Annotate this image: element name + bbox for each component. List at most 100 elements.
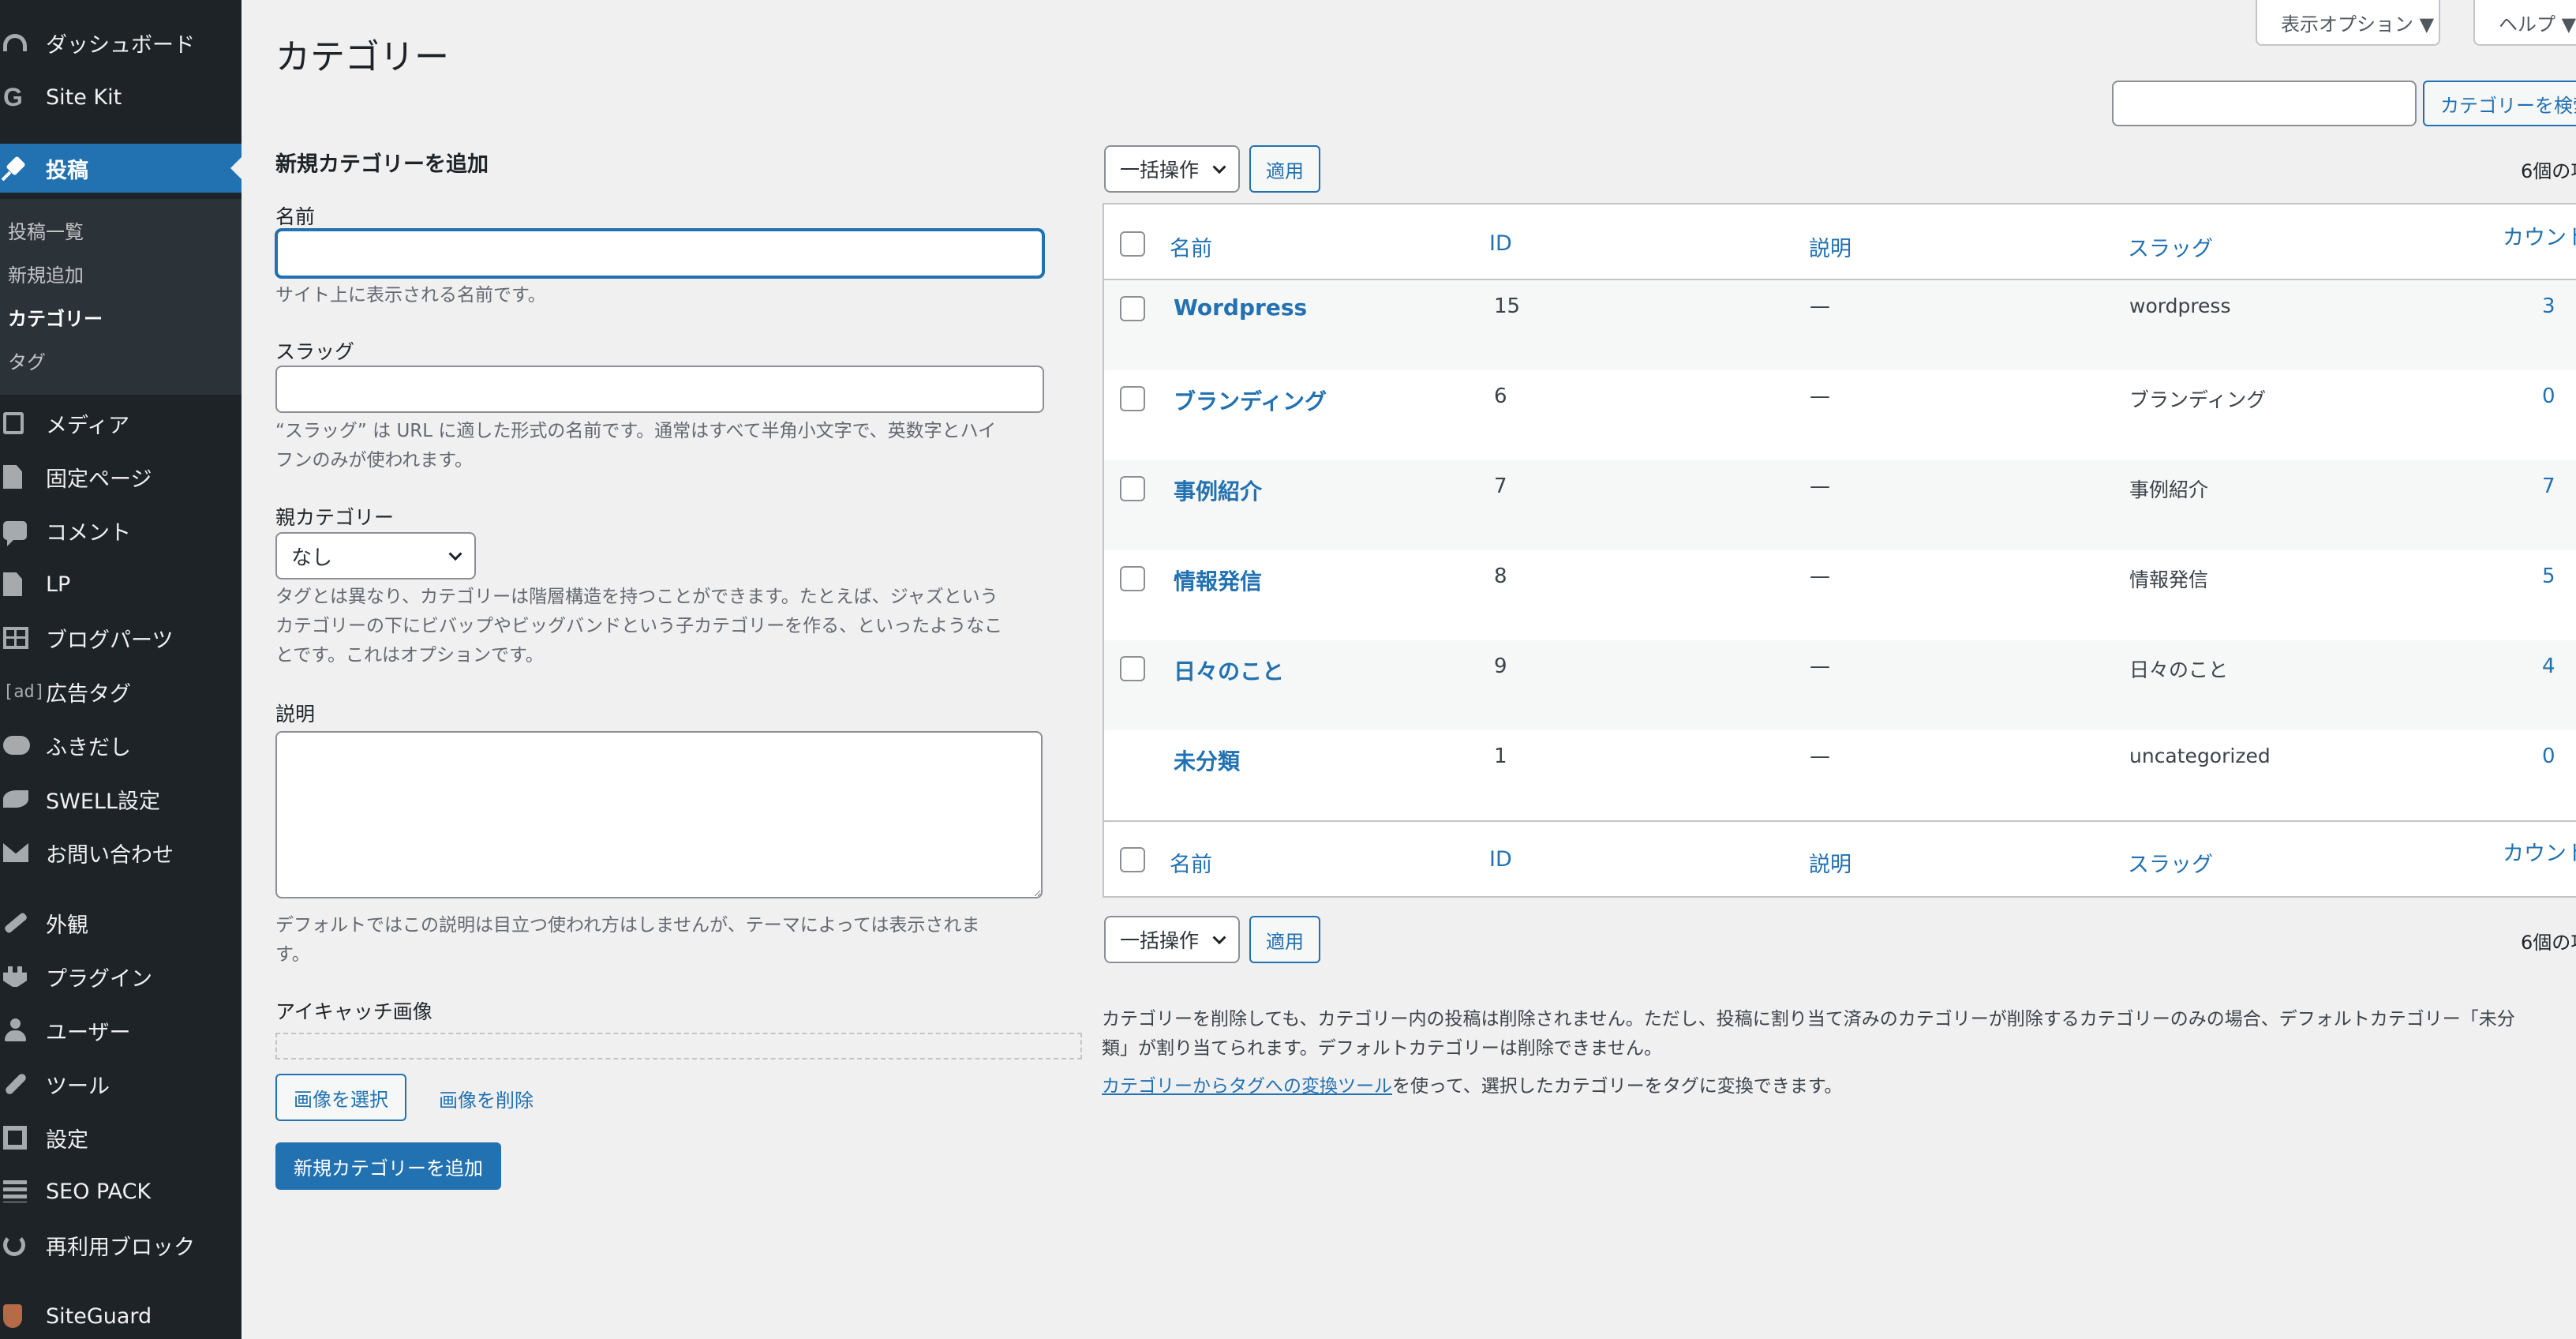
sidebar-item-siteguard[interactable]: SiteGuard <box>0 1292 242 1339</box>
column-footer-count[interactable]: カウント <box>2503 836 2576 867</box>
sidebar-item-balloons[interactable]: ふきだし <box>0 721 242 770</box>
item-count-bottom: 6個の項目 <box>2521 932 2576 954</box>
shield-icon <box>0 1292 35 1339</box>
table-footer: 名前 ID 説明 スラッグ カウント <box>1104 820 2576 896</box>
sidebar-item-media[interactable]: メディア <box>0 399 242 448</box>
column-header-count[interactable]: カウント <box>2503 220 2576 251</box>
column-footer-description[interactable]: 説明 <box>1809 847 1852 878</box>
bulk-action-select-top[interactable]: 一括操作 <box>1104 145 1240 193</box>
category-slug: wordpress <box>2129 294 2231 317</box>
sidebar-item-label: Site Kit <box>46 84 122 110</box>
eyecatch-preview-area <box>275 1033 1082 1060</box>
sidebar-item-tools[interactable]: ツール <box>0 1060 242 1108</box>
sidebar-item-dashboard[interactable]: ダッシュボード <box>0 18 242 67</box>
category-name-link[interactable]: 未分類 <box>1174 745 1240 776</box>
remove-image-link[interactable]: 画像を削除 <box>439 1085 534 1112</box>
sidebar-item-label: SEO PACK <box>46 1179 152 1204</box>
submenu-item-all-posts[interactable]: 投稿一覧 <box>8 216 84 244</box>
apply-button-bottom[interactable]: 適用 <box>1249 916 1320 963</box>
bulk-action-value: 一括操作 <box>1120 159 1200 182</box>
sidebar-item-settings[interactable]: 設定 <box>0 1113 242 1162</box>
category-slug: uncategorized <box>2129 745 2271 767</box>
submenu-item-tags[interactable]: タグ <box>8 347 46 374</box>
add-new-category-button[interactable]: 新規カテゴリーを追加 <box>275 1142 501 1190</box>
reuse-icon <box>0 1221 35 1270</box>
category-description: — <box>1810 474 1830 498</box>
google-g-icon: G <box>3 82 23 111</box>
category-id: 8 <box>1494 564 1507 588</box>
select-all-checkbox[interactable] <box>1120 231 1145 257</box>
posts-submenu: 投稿一覧 新規追加 カテゴリー タグ <box>0 199 242 395</box>
sidebar-item-users[interactable]: ユーザー <box>0 1006 242 1055</box>
category-count-link[interactable]: 7 <box>2542 474 2555 498</box>
category-count-link[interactable]: 4 <box>2542 654 2555 678</box>
submenu-item-categories[interactable]: カテゴリー <box>8 303 103 331</box>
sidebar-item-site-kit[interactable]: G Site Kit <box>0 73 242 122</box>
category-description: — <box>1810 294 1830 318</box>
sidebar-item-comments[interactable]: コメント <box>0 506 242 555</box>
column-footer-slug[interactable]: スラッグ <box>2128 847 2213 878</box>
category-count-link[interactable]: 5 <box>2542 564 2555 588</box>
converter-note-text: を使って、選択したカテゴリーをタグに変換できます。 <box>1392 1076 1843 1097</box>
category-name-link[interactable]: 情報発信 <box>1174 564 1262 596</box>
description-help-line-2: す。 <box>275 944 310 965</box>
screen-options-tab[interactable]: 表示オプション ▼ <box>2256 0 2440 46</box>
category-description-textarea[interactable] <box>275 731 1043 898</box>
sidebar-item-label: LP <box>46 572 71 597</box>
category-count-link[interactable]: 0 <box>2542 384 2555 408</box>
sidebar-item-appearance[interactable]: 外観 <box>0 898 242 947</box>
category-slug-input[interactable] <box>275 366 1044 413</box>
category-count-link[interactable]: 0 <box>2542 745 2555 768</box>
category-name-link[interactable]: 日々のこと <box>1174 654 1284 686</box>
category-id: 1 <box>1494 745 1507 768</box>
sidebar-item-swell-settings[interactable]: SWELL設定 <box>0 775 242 823</box>
select-all-checkbox-bottom[interactable] <box>1120 847 1145 872</box>
table-row: Wordpress 15 — wordpress 3 <box>1104 280 2576 370</box>
column-footer-name[interactable]: 名前 <box>1170 847 1212 878</box>
sidebar-item-contact[interactable]: お問い合わせ <box>0 828 242 877</box>
category-id: 7 <box>1494 474 1507 498</box>
sidebar-item-plugins[interactable]: プラグイン <box>0 952 242 1001</box>
sidebar-item-pages[interactable]: 固定ページ <box>0 452 242 501</box>
sidebar-item-blog-parts[interactable]: ブログパーツ <box>0 613 242 662</box>
column-footer-id[interactable]: ID <box>1489 847 1512 872</box>
sidebar-item-reusable-blocks[interactable]: 再利用ブロック <box>0 1221 242 1270</box>
dashboard-icon <box>0 18 35 67</box>
column-header-description[interactable]: 説明 <box>1809 231 1852 262</box>
category-id: 6 <box>1494 384 1507 408</box>
category-name-link[interactable]: 事例紹介 <box>1174 474 1262 506</box>
category-name-link[interactable]: ブランディング <box>1174 384 1327 416</box>
row-checkbox[interactable] <box>1120 296 1145 321</box>
add-category-heading: 新規カテゴリーを追加 <box>275 152 489 177</box>
sidebar-item-ad-tags[interactable]: [ad] 広告タグ <box>0 667 242 716</box>
help-tab[interactable]: ヘルプ ▼ <box>2473 0 2576 46</box>
search-categories-button[interactable]: カテゴリーを検索 <box>2423 81 2576 126</box>
row-checkbox[interactable] <box>1120 386 1145 411</box>
row-checkbox[interactable] <box>1120 476 1145 501</box>
column-header-slug[interactable]: スラッグ <box>2128 231 2213 262</box>
sidebar-item-posts[interactable]: 投稿 <box>0 144 242 193</box>
slug-help-line-1: “スラッグ” は URL に適した形式の名前です。通常はすべて半角小文字で、英数… <box>275 421 997 441</box>
submenu-item-add-new[interactable]: 新規追加 <box>8 260 84 287</box>
category-count-link[interactable]: 3 <box>2542 294 2555 318</box>
apply-button-top[interactable]: 適用 <box>1249 145 1320 193</box>
row-checkbox[interactable] <box>1120 656 1145 681</box>
parent-category-select[interactable]: なし <box>275 532 476 579</box>
page-icon <box>0 452 35 501</box>
sidebar-item-lp[interactable]: LP <box>0 560 242 609</box>
column-header-id[interactable]: ID <box>1489 231 1512 256</box>
table-row: 情報発信 8 — 情報発信 5 <box>1104 550 2576 640</box>
column-header-name[interactable]: 名前 <box>1170 231 1212 262</box>
table-row: ブランディング 6 — ブランディング 0 <box>1104 370 2576 460</box>
category-tag-converter-link[interactable]: カテゴリーからタグへの変換ツール <box>1102 1076 1392 1097</box>
slug-label: スラッグ <box>275 340 355 363</box>
bulk-action-select-bottom[interactable]: 一括操作 <box>1104 916 1240 963</box>
sidebar-item-seo-pack[interactable]: SEO PACK <box>0 1167 242 1216</box>
swell-icon <box>0 775 35 823</box>
category-search-input[interactable] <box>2112 81 2417 126</box>
category-name-link[interactable]: Wordpress <box>1174 294 1307 321</box>
category-name-input[interactable] <box>275 229 1044 278</box>
bulk-action-value: 一括操作 <box>1120 929 1200 952</box>
select-image-button[interactable]: 画像を選択 <box>275 1074 406 1121</box>
row-checkbox[interactable] <box>1120 566 1145 591</box>
